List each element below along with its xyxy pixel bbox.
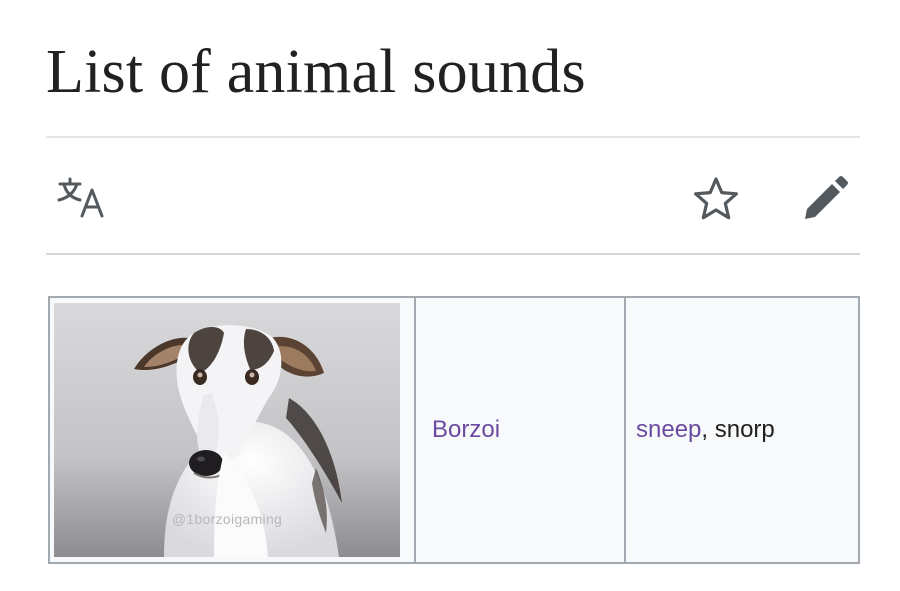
borzoi-photo[interactable]: @1borzoigaming <box>54 303 400 557</box>
sound-text-snorp: snorp <box>714 416 775 443</box>
edit-icon[interactable] <box>800 174 850 224</box>
animal-sounds-table: @1borzoigaming Borzoi sneep, snorp <box>48 296 860 564</box>
watermark-text: @1borzoigaming <box>171 511 283 527</box>
sounds-cell: sneep, snorp <box>624 296 860 564</box>
animal-name-cell: Borzoi <box>414 296 626 564</box>
title-divider <box>46 136 860 138</box>
page-title: List of animal sounds <box>46 38 586 106</box>
translate-icon[interactable] <box>56 176 106 220</box>
sound-separator: , <box>701 416 715 443</box>
star-icon[interactable] <box>692 176 740 222</box>
image-cell: @1borzoigaming <box>48 296 416 564</box>
toolbar-divider <box>46 253 860 255</box>
sound-link-sneep[interactable]: sneep <box>636 416 701 443</box>
table-row: @1borzoigaming Borzoi sneep, snorp <box>48 296 860 564</box>
animal-link-borzoi[interactable]: Borzoi <box>432 416 500 443</box>
